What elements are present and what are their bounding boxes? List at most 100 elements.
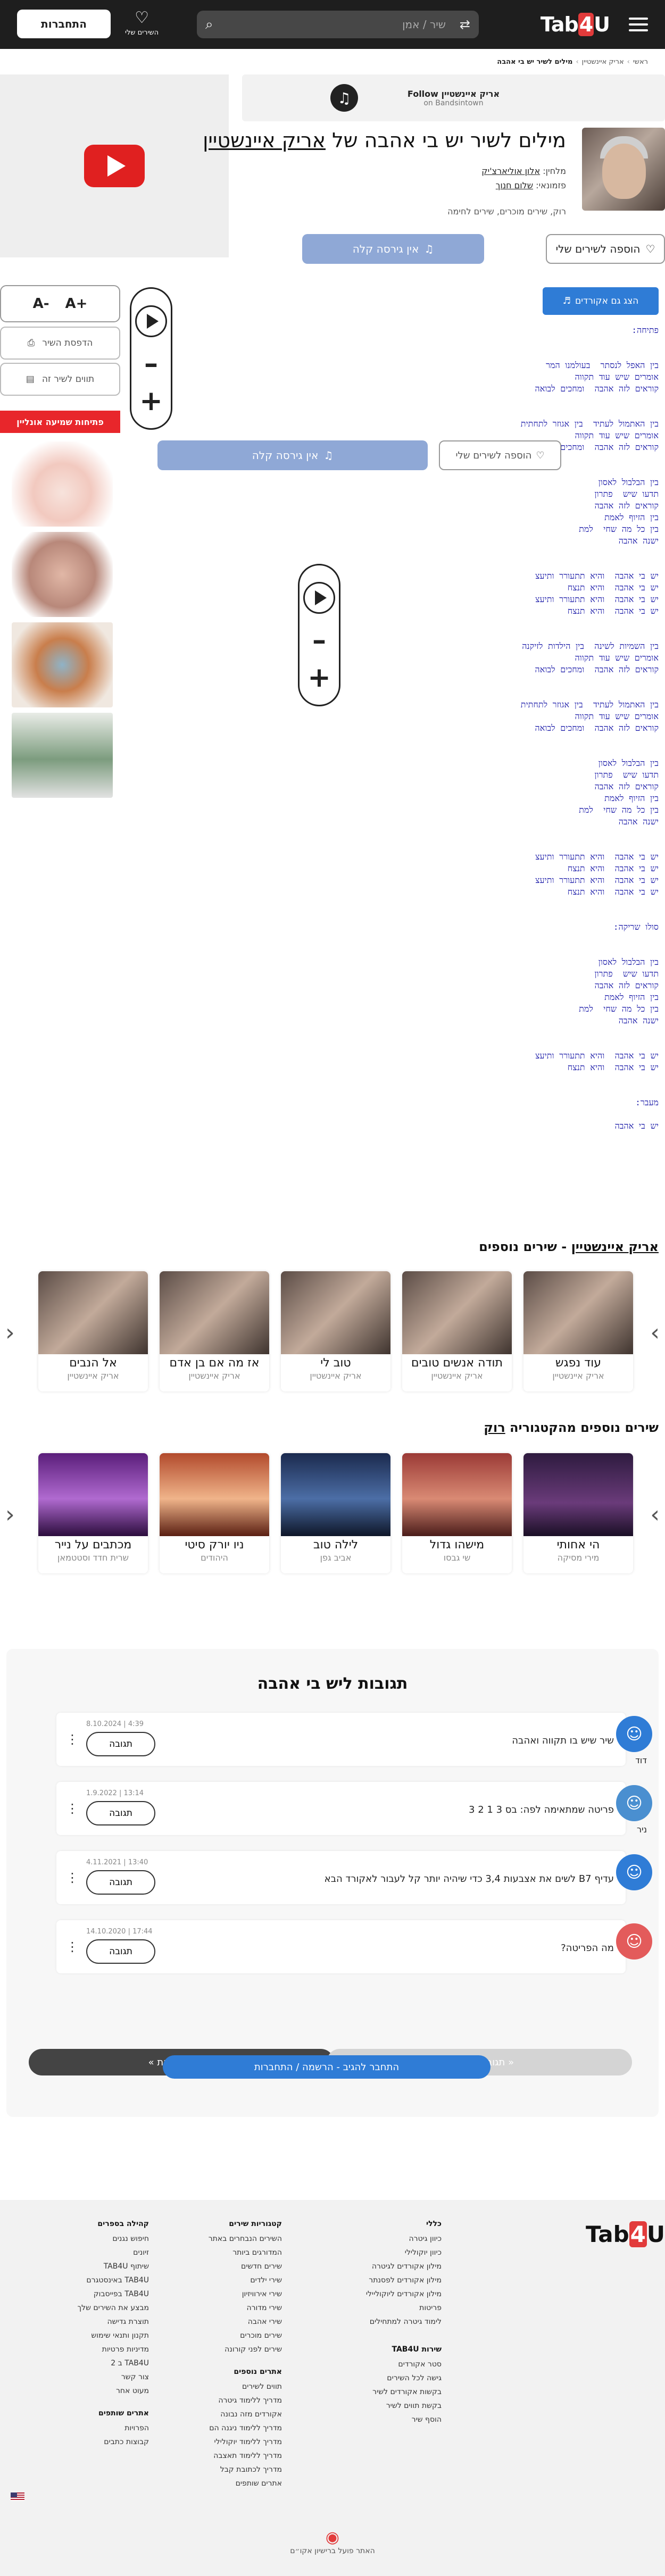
song-card[interactable]: לילה טוב אביב גפן	[281, 1453, 390, 1573]
song-card[interactable]: מישהו גדול שי גבסו	[402, 1453, 512, 1573]
footer-link[interactable]: צור קשר	[78, 2370, 149, 2384]
footer-link[interactable]: שירים לפני קורונה	[209, 2342, 282, 2356]
footer-link[interactable]: שירי אירוויזיון	[209, 2287, 282, 2301]
footer-link[interactable]: מילון אקורדים ליוקוליילי	[366, 2287, 442, 2301]
song-card[interactable]: תודה אנשים טובים אריק איינשטיין	[402, 1271, 512, 1391]
site-logo[interactable]: Tab4U	[541, 13, 610, 36]
reply-button[interactable]: תגובה	[86, 1870, 155, 1895]
footer-link[interactable]: המדורגים ביותר	[209, 2246, 282, 2260]
song-card[interactable]: הי אחותי מירי מסיקה	[523, 1453, 633, 1573]
category-link[interactable]: רוק	[484, 1420, 505, 1435]
footer-link[interactable]: TAB4U באינסטגרם	[78, 2273, 149, 2287]
song-card[interactable]: טוב לי אריק איינשטיין	[281, 1271, 390, 1391]
footer-link[interactable]: מדריך לכתובת קבל	[209, 2463, 282, 2477]
language-flag-icon[interactable]	[11, 2492, 24, 2501]
composer-link[interactable]: אלון אוליארצ'יק	[481, 166, 540, 176]
footer-link[interactable]: סטר אקורדים	[366, 2357, 442, 2371]
ad-image[interactable]	[12, 441, 113, 527]
carousel-next-icon[interactable]: ›	[650, 1319, 660, 1346]
video-player[interactable]	[0, 74, 229, 257]
footer-link[interactable]: מבצע את השירים שלך	[78, 2301, 149, 2315]
footer-link[interactable]: מילון אקורדים לפסנתר	[366, 2273, 442, 2287]
more-options-icon[interactable]: ⋮	[66, 1732, 79, 1747]
footer-link[interactable]: שירי מדורה	[209, 2301, 282, 2315]
footer-link[interactable]: כיוון גיטרה	[366, 2232, 442, 2246]
reply-button[interactable]: תגובה	[86, 1939, 155, 1964]
more-options-icon[interactable]: ⋮	[66, 1870, 79, 1885]
tag-link[interactable]: שירים לחימה	[447, 206, 494, 216]
no-easy-version-button[interactable]: ♫ אין גירסה קלה	[302, 234, 484, 264]
breadcrumb-artist[interactable]: אריק איינשטיין	[582, 58, 624, 66]
carousel-prev-icon[interactable]: ‹	[5, 1501, 15, 1528]
tag-link[interactable]: שירים מוכרים	[500, 206, 547, 216]
footer-link[interactable]: שירי אהבה	[209, 2315, 282, 2329]
add-to-my-songs-button[interactable]: ♡ הוספה לשירים שלי	[546, 234, 665, 264]
more-options-icon[interactable]: ⋮	[66, 1939, 79, 1954]
add-to-my-songs-button[interactable]: ♡ הוספה לשירים שלי	[439, 440, 561, 470]
footer-link[interactable]: מדריך ללימוד ניגנה הם	[209, 2421, 282, 2435]
more-options-icon[interactable]: ⋮	[66, 1801, 79, 1816]
footer-link[interactable]: TAB4U ב 2	[78, 2356, 149, 2370]
footer-link[interactable]: תקנון ותנאי שימוש	[78, 2329, 149, 2342]
footer-link[interactable]: TAB4U בפייסבוק	[78, 2287, 149, 2301]
ad-image[interactable]	[12, 532, 113, 617]
bandsintown-widget[interactable]: ♫ אריק איינשטיין Follow on Bandsintown	[242, 74, 665, 121]
more-songs-artist-link[interactable]: אריק איינשטיין	[571, 1239, 659, 1254]
tag-link[interactable]: רוק	[553, 206, 566, 216]
footer-link[interactable]: בקשות אקורדים לשיר	[366, 2385, 442, 2399]
footer-link[interactable]: שירים מוכרים	[209, 2329, 282, 2342]
search-icon[interactable]: ⌕	[205, 16, 213, 33]
footer-link[interactable]: אקורדים מזה נבונה	[209, 2407, 282, 2421]
footer-link[interactable]: לימוד גיטרה למתחילים	[366, 2315, 442, 2329]
footer-link[interactable]: הפרויות	[78, 2421, 149, 2435]
font-increase-button[interactable]: +A	[65, 296, 88, 312]
menu-icon[interactable]	[629, 18, 648, 31]
login-to-comment-button[interactable]: התחבר להגיב - הרשמה / התחברות	[163, 2055, 491, 2079]
autoscroll-play-button[interactable]	[135, 305, 167, 337]
carousel-prev-icon[interactable]: ‹	[5, 1319, 15, 1346]
ad-image[interactable]	[12, 622, 113, 707]
footer-link[interactable]: שירי ילדים	[209, 2273, 282, 2287]
reply-button[interactable]: תגובה	[86, 1801, 155, 1825]
footer-link[interactable]: שיתוף TAB4U	[78, 2260, 149, 2273]
song-card[interactable]: מכתבים על נייר שרית חדד וסטטמאן	[38, 1453, 148, 1573]
footer-link[interactable]: אתרים שותפים	[209, 2477, 282, 2490]
breadcrumb-home[interactable]: ראשי	[633, 58, 648, 66]
footer-link[interactable]: קבוצות כתבים	[78, 2435, 149, 2449]
ad-image[interactable]	[12, 713, 113, 798]
lyricist-link[interactable]: שלום חנוך	[496, 180, 533, 190]
scroll-faster-button[interactable]: +	[139, 387, 163, 415]
footer-logo[interactable]: Tab4U	[586, 2221, 665, 2247]
filter-icon[interactable]: ⇄	[460, 17, 470, 32]
font-decrease-button[interactable]: -A	[33, 296, 49, 312]
artist-link[interactable]: אריק איינשטיין	[203, 129, 326, 152]
song-card[interactable]: אל הנבים אריק איינשטיין	[38, 1271, 148, 1391]
footer-link[interactable]: תוצרת גדישה	[78, 2315, 149, 2329]
footer-link[interactable]: פריטות	[366, 2301, 442, 2315]
footer-link[interactable]: מדריך ללימוד גיטרה	[209, 2394, 282, 2407]
song-card[interactable]: ניו יורק סיטי היהודים	[160, 1453, 269, 1573]
carousel-next-icon[interactable]: ›	[650, 1501, 660, 1528]
song-card[interactable]: עוד נפגש אריק איינשטיין	[523, 1271, 633, 1391]
footer-link[interactable]: מילון אקורדים לגיטרה	[366, 2260, 442, 2273]
show-chords-button[interactable]: הצג גם אקורדים ♬	[543, 287, 659, 315]
song-card[interactable]: אז מה אם בן אדם אריק איינשטיין	[160, 1271, 269, 1391]
footer-link[interactable]: בקשת תווים לשיר	[366, 2399, 442, 2413]
youtube-play-icon[interactable]	[84, 145, 145, 187]
my-songs-link[interactable]: ♡ השירים שלי	[125, 7, 159, 37]
search-input[interactable]	[213, 18, 456, 31]
reply-button[interactable]: תגובה	[86, 1732, 155, 1756]
no-easy-version-button[interactable]: ♫ אין גירסה קלה	[157, 440, 428, 470]
footer-link[interactable]: שירים חדשים	[209, 2260, 282, 2273]
footer-link[interactable]: מדריך ללימוד יוקולילי	[209, 2435, 282, 2449]
footer-link[interactable]: זיונים	[78, 2246, 149, 2260]
login-button[interactable]: התחברות	[17, 10, 111, 38]
footer-link[interactable]: כיוון יוקולילי	[366, 2246, 442, 2260]
footer-link[interactable]: גישה לכל השירים	[366, 2371, 442, 2385]
online-lessons-tab[interactable]: פתיחות שמיעה אונליין	[0, 411, 120, 433]
scroll-slower-button[interactable]: –	[144, 350, 158, 378]
print-button[interactable]: הדפסת השיר ⎙	[0, 327, 120, 360]
footer-link[interactable]: מעוט אחר	[78, 2384, 149, 2398]
sheet-music-button[interactable]: תווים לשיר זה ▤	[0, 363, 120, 396]
footer-link[interactable]: השירים הנבחרים באתר	[209, 2232, 282, 2246]
